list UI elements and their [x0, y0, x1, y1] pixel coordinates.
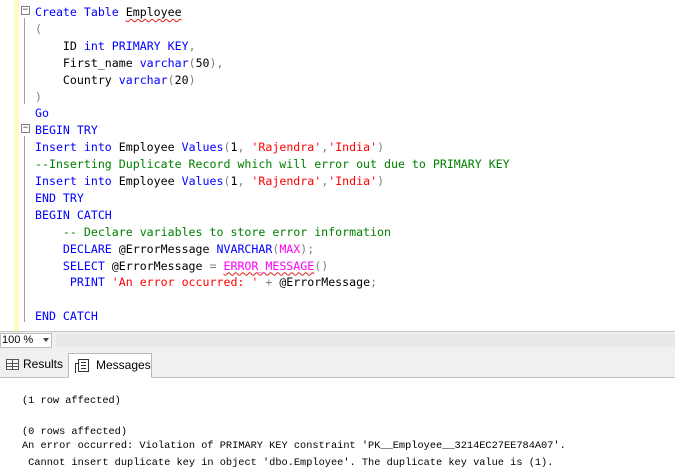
zoom-value: 100 % [2, 334, 34, 346]
messages-pane[interactable]: (1 row affected) (0 rows affected) An er… [0, 378, 675, 476]
code-token: First_name [35, 55, 140, 70]
code-token: 50 [195, 55, 210, 70]
outline-guide [24, 136, 25, 322]
code-token: @ErrorMessage [111, 258, 210, 273]
code-line: ID int PRIMARY KEY, [35, 38, 196, 55]
code-token: Values [181, 174, 224, 188]
code-token: 20 [174, 72, 189, 87]
code-token: ) [377, 174, 385, 188]
code-token: () [314, 258, 329, 273]
code-line: PRINT 'An error occurred: ' + @ErrorMess… [35, 274, 377, 291]
code-line: ( [35, 21, 42, 38]
results-tab-strip: Results Messages [0, 348, 675, 378]
horizontal-scrollbar[interactable] [56, 334, 675, 347]
chevron-down-icon[interactable] [43, 338, 49, 342]
code-token: --Inserting Duplicate Record which will … [35, 157, 510, 172]
code-token: + [258, 275, 280, 290]
code-token: ( [167, 72, 175, 87]
code-token: ( [188, 55, 196, 70]
tab-results[interactable]: Results [3, 353, 65, 378]
code-line: First_name varchar(50), [35, 55, 224, 72]
message-line: Cannot insert duplicate key in object 'd… [22, 457, 554, 469]
tab-messages-label: Messages [96, 358, 151, 372]
code-token: ), [209, 55, 224, 70]
code-token: , [237, 174, 252, 188]
code-line: Country varchar(20) [35, 72, 196, 89]
code-token: ; [370, 275, 378, 290]
zoom-select[interactable]: 100 % [0, 333, 52, 348]
collapse-toggle[interactable]: − [21, 6, 30, 15]
code-line: BEGIN CATCH [35, 207, 112, 224]
code-token: NVARCHAR [216, 241, 273, 256]
code-token: ERROR_MESSAGE [223, 258, 315, 273]
code-line: --Inserting Duplicate Record which will … [35, 156, 510, 173]
code-token: 'Rajendra' [251, 140, 322, 155]
code-token: PRINT [35, 275, 112, 290]
code-token: ) [35, 89, 42, 104]
code-token: @ErrorMessage [279, 275, 371, 290]
code-token: int PRIMARY KEY [83, 38, 189, 53]
code-line: Insert into Employee Values(1, 'Rajendra… [35, 139, 384, 156]
code-token: ( [35, 21, 42, 36]
code-token: = [209, 258, 224, 273]
change-margin [14, 0, 19, 331]
code-token: BEGIN TRY [35, 123, 98, 138]
code-token: Insert into [35, 174, 119, 188]
code-line: Create Table Employee [35, 4, 182, 21]
code-token: END CATCH [35, 309, 98, 324]
code-line: END CATCH [35, 308, 98, 325]
code-token: Values [181, 140, 224, 155]
code-token: DECLARE [35, 241, 119, 256]
message-line: An error occurred: Violation of PRIMARY … [22, 440, 566, 452]
collapse-toggle[interactable]: − [21, 124, 30, 133]
code-token: 'An error occurred: ' [111, 275, 259, 290]
code-token: END TRY [35, 190, 84, 205]
code-token: @ErrorMessage [118, 241, 217, 256]
code-token: , [188, 38, 196, 53]
code-token: Employee [118, 140, 182, 155]
code-token: ) [188, 72, 196, 87]
code-line: -- Declare variables to store error info… [35, 224, 391, 241]
code-token: varchar [118, 72, 168, 87]
code-token: 'India' [328, 174, 378, 188]
code-token: BEGIN CATCH [35, 207, 112, 222]
message-line: (0 rows affected) [22, 426, 128, 438]
code-token: Country [35, 72, 119, 87]
code-line: SELECT @ErrorMessage = ERROR_MESSAGE() [35, 258, 328, 275]
code-token: Employee [125, 5, 182, 19]
code-line: END TRY [35, 190, 84, 207]
code-line: Go [35, 105, 49, 122]
code-line: BEGIN TRY [35, 122, 98, 139]
code-token: ID [35, 38, 84, 53]
code-token: SELECT [35, 258, 112, 273]
code-token: 'Rajendra' [251, 174, 322, 188]
tab-messages[interactable]: Messages [68, 353, 152, 378]
message-line: (1 row affected) [22, 395, 121, 407]
zoom-bar: 100 % [0, 331, 675, 348]
code-token: Create Table [35, 5, 126, 19]
code-token: ) [377, 140, 385, 155]
query-editor[interactable]: − − Create Table Employee( ID int PRIMAR… [0, 0, 675, 331]
outline-guide [24, 18, 25, 104]
messages-icon [75, 359, 89, 373]
code-token: varchar [139, 55, 189, 70]
code-line: Insert into Employee Values(1, 'Rajendra… [35, 173, 384, 190]
tab-results-label: Results [23, 357, 64, 371]
code-token: Employee [118, 174, 182, 188]
code-token: ); [300, 241, 315, 256]
code-line: ) [35, 89, 42, 106]
code-token: Go [35, 106, 49, 121]
code-token: 'India' [328, 140, 378, 155]
code-token: , [237, 140, 252, 155]
grid-icon [6, 359, 19, 370]
code-token: MAX [279, 241, 301, 256]
code-token: -- Declare variables to store error info… [35, 224, 391, 239]
code-line: DECLARE @ErrorMessage NVARCHAR(MAX); [35, 241, 314, 258]
code-token: Insert into [35, 140, 119, 155]
